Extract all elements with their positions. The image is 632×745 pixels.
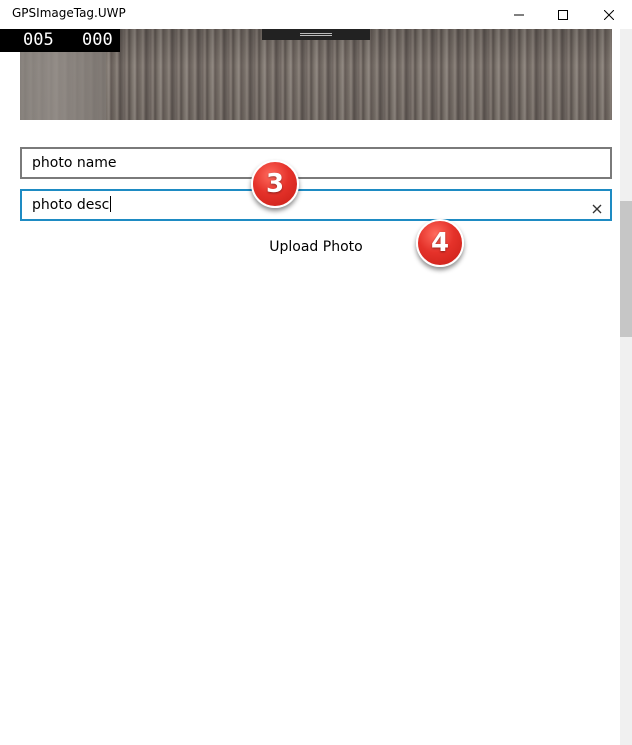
counter-left: 005: [23, 30, 54, 50]
app-title: GPSImageTag.UWP: [12, 6, 126, 20]
clear-icon: [592, 204, 602, 214]
counter-right: 000: [82, 30, 113, 50]
vertical-scrollbar[interactable]: [620, 29, 632, 745]
annotation-marker-4: 4: [416, 219, 464, 267]
photo-name-field[interactable]: photo name: [20, 147, 612, 179]
photo-description-value: photo desc: [32, 197, 110, 213]
photo-description-field[interactable]: photo desc: [20, 189, 612, 221]
scrollbar-thumb[interactable]: [620, 201, 632, 337]
maximize-button[interactable]: [540, 0, 586, 29]
close-button[interactable]: [586, 0, 632, 29]
title-bar: GPSImageTag.UWP: [0, 0, 632, 29]
maximize-icon: [558, 9, 568, 20]
upload-photo-button[interactable]: Upload Photo: [256, 235, 376, 259]
annotation-marker-3: 3: [251, 160, 299, 208]
clear-button[interactable]: [590, 198, 604, 214]
minimize-button[interactable]: [496, 0, 542, 29]
minimize-icon: [514, 14, 524, 15]
close-icon: [604, 9, 614, 20]
drag-handle[interactable]: [262, 29, 370, 40]
frame-counter: 005 000: [0, 29, 120, 52]
photo-name-value: photo name: [32, 155, 117, 171]
text-caret: [110, 196, 112, 212]
